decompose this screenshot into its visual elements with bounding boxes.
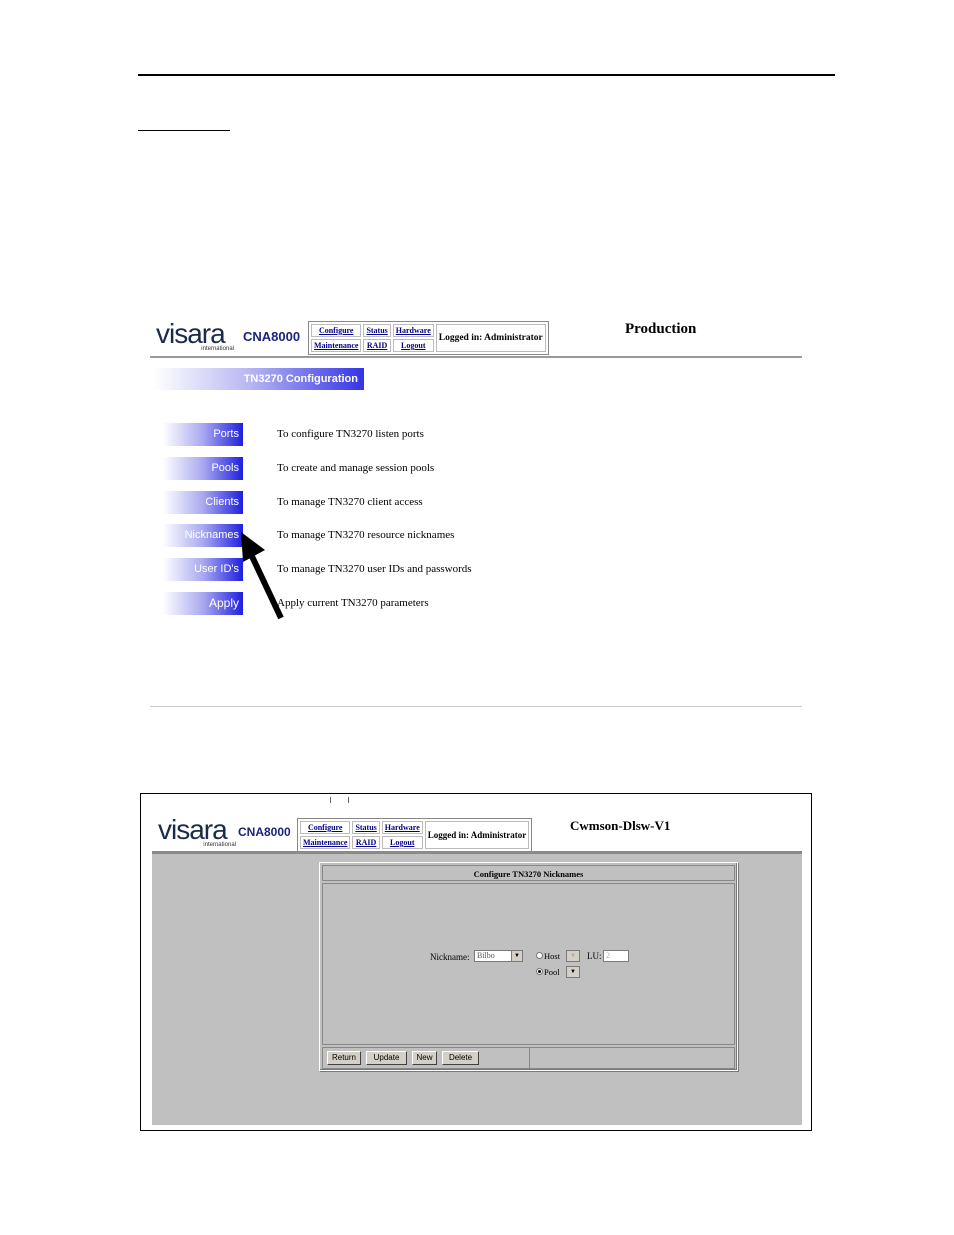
ports-description: To configure TN3270 listen ports: [277, 428, 424, 440]
bottom-divider: [150, 706, 802, 707]
nav-logout[interactable]: Logout: [381, 836, 423, 849]
footer-divider: [529, 1048, 530, 1068]
chevron-down-icon[interactable]: ▼: [566, 967, 579, 977]
section-heading-underline: [138, 130, 230, 131]
nicknames-header: visara international CNA8000 Configure S…: [152, 803, 802, 852]
nav-configure-link[interactable]: Configure: [319, 326, 354, 335]
site-name: Cwmson-Dlsw-V1: [570, 818, 671, 833]
nav-logout-link[interactable]: Logout: [401, 341, 425, 350]
apply-button[interactable]: Apply: [163, 592, 243, 615]
pool-select[interactable]: ▼: [566, 966, 580, 978]
top-nav: Configure Status Hardware Logged in: Adm…: [308, 321, 549, 355]
update-button[interactable]: Update: [366, 1051, 407, 1065]
nav-maintenance[interactable]: Maintenance: [300, 836, 351, 849]
pool-label: Pool: [544, 967, 560, 977]
ports-button[interactable]: Ports: [163, 423, 243, 446]
delete-button[interactable]: Delete: [442, 1051, 479, 1065]
page-top-rule: [138, 74, 835, 76]
nicknames-button[interactable]: Nicknames: [163, 524, 243, 547]
nav-raid-link[interactable]: RAID: [367, 341, 387, 350]
header-divider: [152, 851, 802, 854]
clients-button[interactable]: Clients: [163, 491, 243, 514]
chevron-down-icon[interactable]: ▼: [511, 951, 522, 961]
pools-button[interactable]: Pools: [163, 457, 243, 480]
site-name: Production: [625, 321, 697, 337]
lu-label: LU:: [587, 951, 602, 961]
screenshot-tn3270-configuration: visara international CNA8000 Configure S…: [150, 312, 802, 712]
apply-description: Apply current TN3270 parameters: [277, 597, 429, 609]
nav-maintenance[interactable]: Maintenance: [311, 339, 362, 352]
user-ids-button[interactable]: User ID's: [163, 558, 243, 581]
lu-input[interactable]: 2: [603, 950, 629, 962]
nav-configure[interactable]: Configure: [311, 324, 362, 337]
nav-status-link[interactable]: Status: [355, 823, 376, 832]
host-radio[interactable]: [536, 952, 543, 959]
logged-in-status: Logged in: Administrator: [424, 821, 530, 849]
nav-logout-link[interactable]: Logout: [390, 838, 414, 847]
nickname-select[interactable]: Bilbo ▼: [474, 950, 523, 962]
section-banner: TN3270 Configuration: [154, 368, 364, 390]
nicknames-panel: Configure TN3270 Nicknames Nickname: Bil…: [319, 862, 738, 1071]
nickname-label: Nickname:: [430, 952, 470, 962]
nav-hardware[interactable]: Hardware: [392, 324, 434, 337]
nav-raid-link[interactable]: RAID: [356, 838, 376, 847]
product-name: CNA8000: [243, 329, 301, 344]
nav-status-link[interactable]: Status: [366, 326, 387, 335]
pool-radio[interactable]: [536, 968, 543, 975]
nav-hardware[interactable]: Hardware: [381, 821, 423, 834]
pointer-arrow-icon: [241, 532, 284, 620]
logged-in-status: Logged in: Administrator: [435, 324, 546, 352]
nicknames-description: To manage TN3270 resource nicknames: [277, 529, 455, 541]
nav-logout[interactable]: Logout: [392, 339, 434, 352]
visara-logo: visara international: [156, 318, 234, 353]
logo-wordmark: visara: [158, 814, 228, 845]
pools-description: To create and manage session pools: [277, 462, 435, 474]
panel-footer: Return Update New Delete: [322, 1047, 735, 1069]
new-button[interactable]: New: [412, 1051, 437, 1065]
nav-hardware-link[interactable]: Hardware: [396, 326, 431, 335]
nav-hardware-link[interactable]: Hardware: [385, 823, 420, 832]
user-ids-description: To manage TN3270 user IDs and passwords: [277, 563, 472, 575]
chevron-down-icon[interactable]: ▼: [566, 951, 579, 961]
header-divider: [150, 356, 802, 358]
panel-title: Configure TN3270 Nicknames: [322, 865, 735, 881]
product-name: CNA8000: [238, 825, 291, 839]
nav-configure-link[interactable]: Configure: [308, 823, 343, 832]
visara-logo: visara international: [158, 814, 236, 849]
nav-raid[interactable]: RAID: [352, 836, 380, 849]
top-nav: Configure Status Hardware Logged in: Adm…: [297, 818, 533, 852]
host-label: Host: [544, 951, 561, 961]
nickname-selected-value: Bilbo: [477, 951, 495, 960]
nav-status[interactable]: Status: [352, 821, 380, 834]
nav-status[interactable]: Status: [363, 324, 391, 337]
nav-maintenance-link[interactable]: Maintenance: [314, 341, 358, 350]
host-select[interactable]: ▼: [566, 950, 580, 962]
panel-body: Nickname: Bilbo ▼ Host ▼ LU: 2 Pool ▼: [322, 883, 735, 1045]
nav-raid[interactable]: RAID: [363, 339, 391, 352]
clients-description: To manage TN3270 client access: [277, 496, 423, 508]
nav-configure[interactable]: Configure: [300, 821, 351, 834]
nav-maintenance-link[interactable]: Maintenance: [303, 838, 347, 847]
logo-wordmark: visara: [156, 318, 226, 349]
return-button[interactable]: Return: [327, 1051, 361, 1065]
